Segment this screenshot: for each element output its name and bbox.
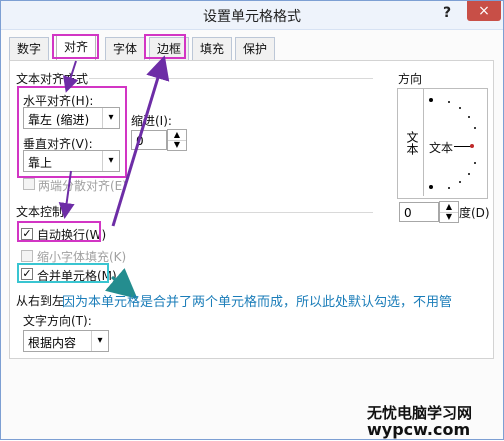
arrow-to-border-tab: [111, 55, 170, 227]
annotation-arrows: [58, 55, 170, 299]
arrow-to-alignment-group: [63, 60, 79, 93]
format-cells-dialog: 设置单元格格式 ? × 数字 对齐 字体 边框 填充 保护 文本对齐方式 水平对…: [0, 0, 504, 440]
arrow-to-wrap-text: [58, 170, 75, 219]
watermark-line-2: wypcw.com: [367, 420, 471, 439]
annotation-text: 因为本单元格是合并了两个单元格而成，所以此处默认勾选，不用管: [62, 295, 453, 310]
